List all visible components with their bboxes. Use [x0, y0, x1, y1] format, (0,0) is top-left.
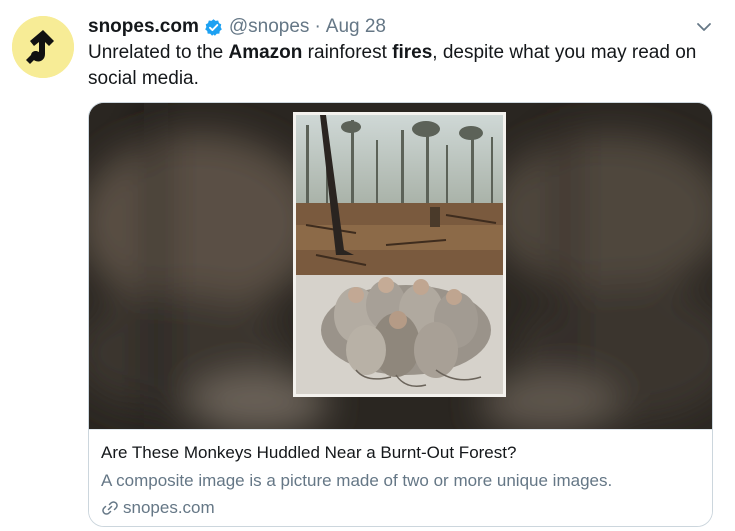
tweet[interactable]: snopes.com @snopes · Aug 28 Unrelated to… [0, 0, 735, 531]
separator: · [314, 16, 321, 37]
display-name[interactable]: snopes.com [88, 16, 199, 38]
tweet-text-part: rainforest [302, 42, 393, 63]
tweet-text-part: Unrelated to the [88, 42, 229, 63]
card-domain-label: snopes.com [123, 498, 215, 517]
hashtag-amazon: Amazon [228, 42, 303, 63]
link-card[interactable]: Are These Monkeys Huddled Near a Burnt-O… [88, 102, 713, 527]
snopes-logo-icon [12, 16, 74, 78]
chevron-down-icon[interactable] [694, 17, 714, 37]
card-description: A composite image is a picture made of t… [101, 471, 613, 490]
monkeys-forest-photo [293, 112, 506, 397]
avatar[interactable] [12, 16, 74, 78]
tweet-text: Unrelated to the Amazon rainforest fires… [88, 40, 718, 92]
card-domain[interactable]: snopes.com [101, 498, 215, 518]
tweet-date[interactable]: Aug 28 [326, 16, 386, 38]
tweet-header: snopes.com @snopes · Aug 28 [88, 14, 386, 40]
card-body[interactable]: Are These Monkeys Huddled Near a Burnt-O… [89, 429, 712, 526]
link-icon [101, 499, 119, 517]
hashtag-fires: fires [392, 42, 433, 63]
card-title[interactable]: Are These Monkeys Huddled Near a Burnt-O… [101, 443, 516, 463]
handle[interactable]: @snopes [229, 16, 310, 38]
card-image[interactable] [89, 103, 712, 429]
verified-badge-icon [204, 18, 223, 37]
